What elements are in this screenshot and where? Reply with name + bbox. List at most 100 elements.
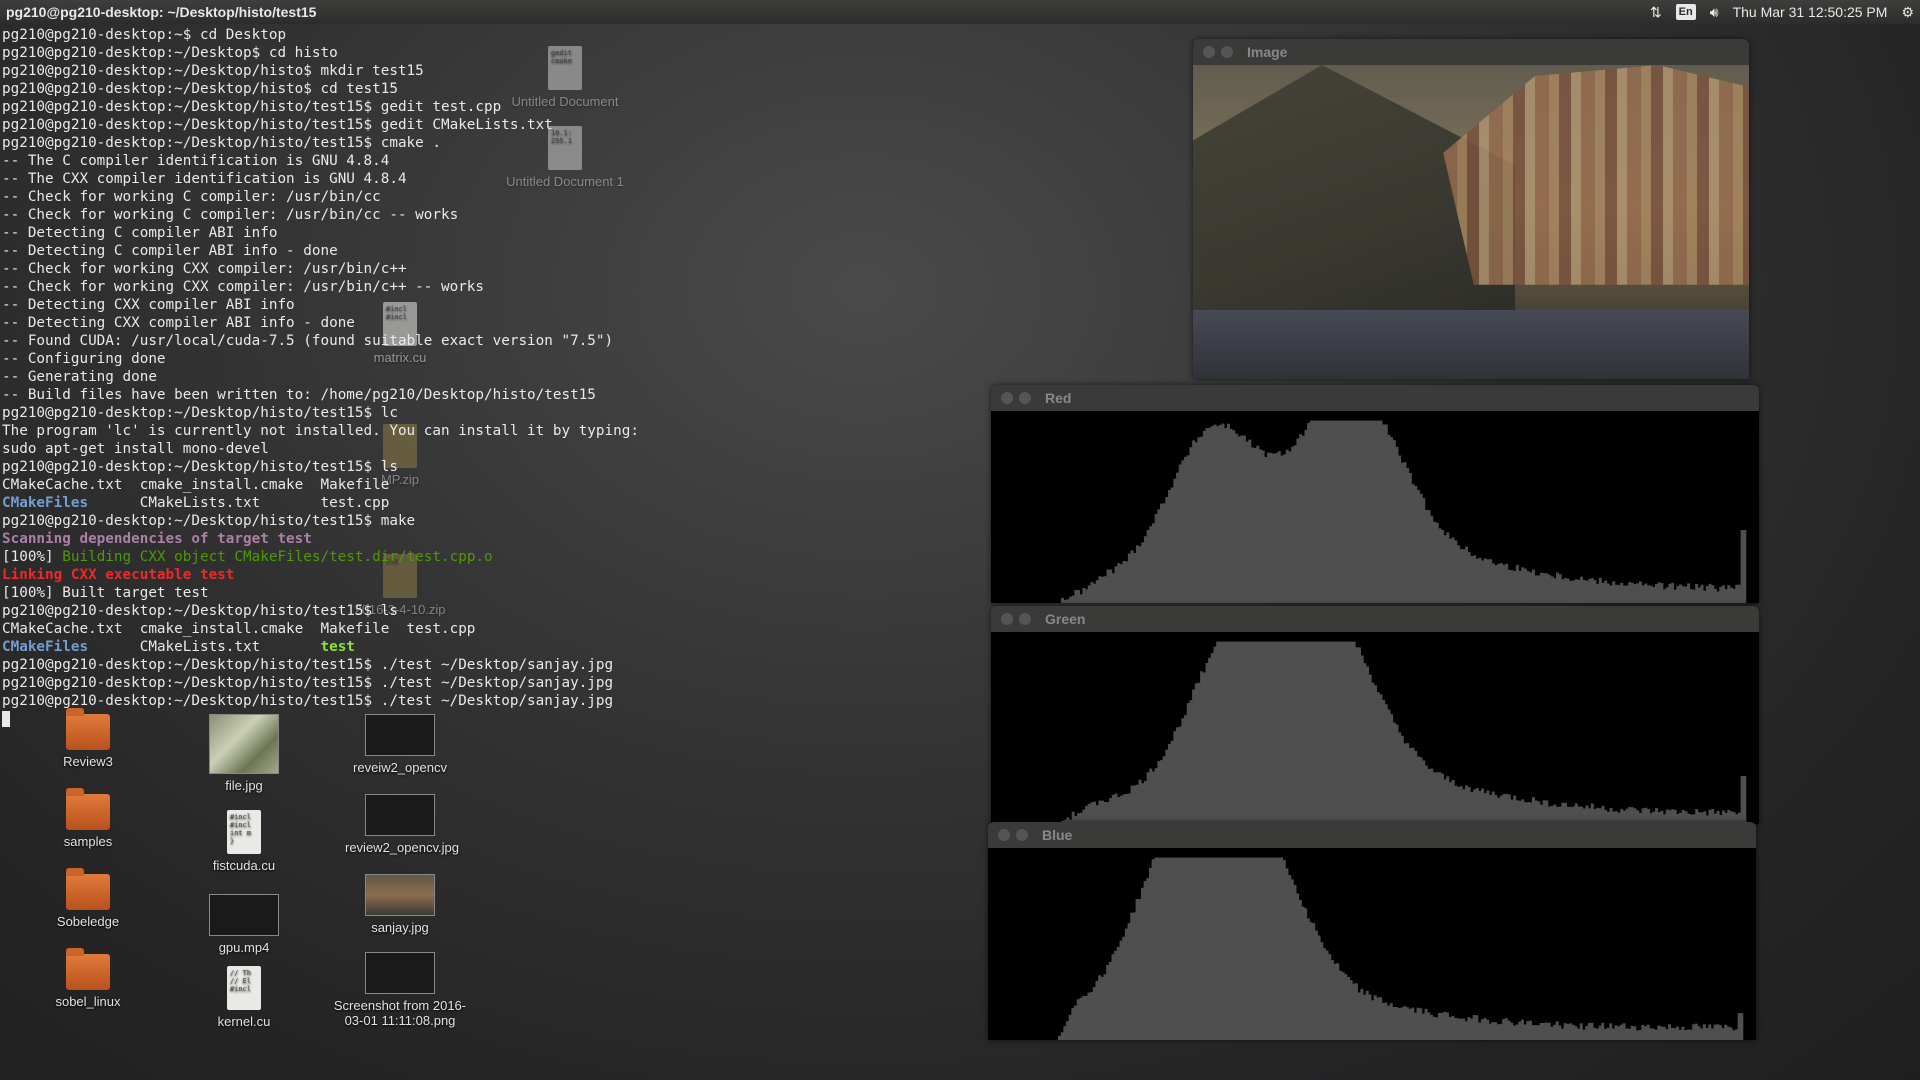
histogram-bar	[1483, 793, 1487, 824]
histogram-bar	[1148, 867, 1152, 1040]
histogram-bar	[1151, 859, 1155, 1040]
close-icon[interactable]	[998, 829, 1010, 841]
terminal-text: CMakeCache.txt cmake_install.cmake Makef…	[2, 621, 476, 637]
histogram-bar	[1422, 498, 1426, 603]
terminal-prompt-line[interactable]	[2, 710, 982, 728]
terminal-text: -- Configuring done	[2, 351, 166, 367]
terminal-output[interactable]: pg210@pg210-desktop:~$ cd Desktop pg210@p…	[0, 24, 984, 730]
histogram-bar	[1430, 768, 1434, 824]
desktop-icon-video[interactable]: gpu.mp4	[189, 894, 299, 955]
histogram-bar	[1218, 857, 1222, 1040]
desktop-icon-file[interactable]: #incl #incl int m } fistcuda.cu	[189, 810, 299, 873]
histogram-bar	[1162, 503, 1166, 603]
keyboard-layout-indicator[interactable]: En	[1675, 4, 1696, 20]
histogram-bar	[1095, 980, 1099, 1040]
histogram-bar	[1574, 1026, 1578, 1040]
histogram-bar	[1502, 564, 1506, 603]
minimize-icon[interactable]	[1221, 46, 1233, 58]
histogram-bar	[1269, 857, 1273, 1040]
minimize-icon[interactable]	[1016, 829, 1028, 841]
histogram-bar	[1192, 440, 1196, 603]
histogram-bar	[1095, 580, 1099, 603]
desktop-icon-file[interactable]: // Th // El #incl kernel.cu	[189, 966, 299, 1029]
histogram-bar	[1374, 685, 1378, 824]
histogram-bar	[1470, 1018, 1474, 1040]
histogram-bar	[1205, 857, 1209, 1040]
histogram-bar	[1339, 420, 1343, 603]
histogram-bar	[1542, 573, 1546, 603]
terminal-line: [100%] Building CXX object CMakeFiles/te…	[2, 548, 982, 566]
image-water	[1193, 309, 1749, 379]
histogram-bar	[1481, 560, 1485, 603]
histogram-bar	[1259, 449, 1262, 603]
red-histogram-window[interactable]: Red	[991, 385, 1759, 603]
image-window[interactable]: Image	[1193, 39, 1749, 379]
window-titlebar[interactable]: Image	[1193, 39, 1749, 65]
histogram-bar	[1550, 576, 1554, 603]
histogram-bar	[1405, 1007, 1409, 1040]
desktop-icon-image[interactable]: review2_opencv.jpg	[345, 794, 459, 855]
histogram-bar	[1333, 641, 1337, 824]
desktop-icon-image[interactable]: sanjay.jpg	[345, 874, 455, 935]
window-titlebar[interactable]: Red	[991, 385, 1759, 411]
histogram-bar	[1060, 1032, 1064, 1040]
window-titlebar[interactable]: Blue	[988, 822, 1756, 848]
terminal-text: pg210@pg210-desktop:~/Desktop/histo$ cd …	[2, 81, 398, 97]
histogram-bar	[1360, 655, 1364, 824]
window-titlebar[interactable]: Green	[991, 606, 1759, 632]
histogram-bar	[1306, 918, 1310, 1040]
network-arrows-icon[interactable]: ⇅	[1650, 0, 1662, 24]
gear-icon[interactable]: ⚙	[1901, 0, 1914, 24]
minimize-icon[interactable]	[1019, 392, 1031, 404]
histogram-bar	[1470, 556, 1474, 603]
histogram-bar	[1074, 1005, 1078, 1040]
close-icon[interactable]	[1001, 613, 1013, 625]
desktop-icon-screenshot[interactable]: Screenshot from 2016-03-01 11:11:08.png	[330, 952, 470, 1028]
desktop-icon-folder[interactable]: samples	[33, 788, 143, 849]
histogram-bar	[1368, 994, 1372, 1040]
histogram-bar	[1221, 641, 1225, 824]
terminal-text: -- Check for working CXX compiler: /usr/…	[2, 279, 485, 295]
histogram-canvas	[991, 632, 1759, 824]
minimize-icon[interactable]	[1019, 613, 1031, 625]
terminal-line: pg210@pg210-desktop:~/Desktop/histo/test…	[2, 458, 982, 476]
histogram-bar	[1250, 447, 1254, 603]
histogram-bar	[1628, 582, 1632, 603]
histogram-bar	[1596, 583, 1600, 603]
histogram-bar	[1419, 493, 1423, 603]
histogram-bar	[1264, 456, 1268, 603]
terminal-cursor	[2, 711, 10, 727]
close-icon[interactable]	[1203, 46, 1215, 58]
desktop-icon-folder[interactable]: Sobeledge	[33, 868, 143, 929]
terminal-text: -- Detecting CXX compiler ABI info - don…	[2, 315, 355, 331]
histogram-bar	[1534, 575, 1538, 603]
histogram-bar	[1240, 641, 1244, 824]
terminal-text: pg210@pg210-desktop:~/Desktop/histo/test…	[2, 513, 416, 529]
histogram-bar	[1363, 663, 1367, 824]
histogram-bar	[1446, 532, 1450, 603]
histogram-bar	[1595, 1028, 1599, 1040]
histogram-bar	[1529, 572, 1533, 603]
clock[interactable]: Thu Mar 31 12:50:25 PM	[1733, 0, 1888, 24]
close-icon[interactable]	[1001, 392, 1013, 404]
histogram-bar	[1668, 583, 1672, 603]
histogram-bar	[1224, 428, 1228, 603]
histogram-bar	[1157, 509, 1161, 603]
histogram-bar	[1620, 582, 1624, 603]
histogram-bar	[1692, 589, 1696, 603]
histogram-bar	[1382, 424, 1386, 603]
volume-icon[interactable]: 🔊︎	[1710, 0, 1719, 24]
histogram-bar	[1240, 435, 1244, 603]
histogram-bar	[1093, 583, 1097, 603]
histogram-bar	[1323, 420, 1327, 603]
histogram-bar	[1384, 1002, 1388, 1040]
histogram-bar	[1692, 1024, 1696, 1040]
histogram-bar	[1376, 997, 1380, 1040]
histogram-bar	[1419, 757, 1423, 824]
blue-histogram-window[interactable]: Blue	[988, 822, 1756, 1040]
desktop-icon-folder[interactable]: sobel_linux	[33, 948, 143, 1009]
histogram-bar	[1101, 576, 1105, 603]
green-histogram-window[interactable]: Green	[991, 606, 1759, 824]
histogram-bar	[1237, 857, 1241, 1040]
histogram-bar	[1421, 1013, 1425, 1040]
